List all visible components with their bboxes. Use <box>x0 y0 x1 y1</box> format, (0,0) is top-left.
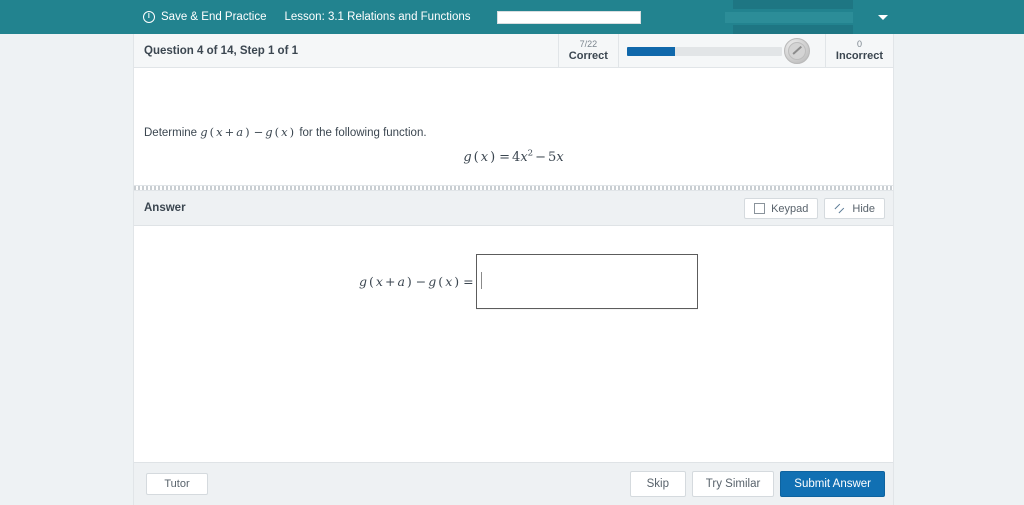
answer-input[interactable] <box>475 254 698 309</box>
score-summary: 7/22 Correct 0 Incorrect <box>557 34 893 68</box>
address-input[interactable] <box>496 10 641 24</box>
action-footer: Tutor Skip Try Similar Submit Answer <box>134 462 893 505</box>
redacted-bar-middle <box>725 12 853 23</box>
answer-section-label: Answer <box>144 202 186 214</box>
function-definition: g(x) = 4x2−5x <box>134 148 893 166</box>
redacted-bar-bottom <box>733 25 853 34</box>
progress-bar-cell <box>617 34 825 68</box>
prompt-minus: − <box>253 125 264 139</box>
formula-x1: x <box>480 150 489 165</box>
question-prompt: Determine g(x + a) − g(x) for the following … <box>144 125 427 139</box>
hide-button-label: Hide <box>852 202 875 215</box>
formula-minus: − <box>535 150 547 165</box>
incorrect-label: Incorrect <box>835 50 883 62</box>
power-icon <box>143 11 155 23</box>
answer-plus: + <box>384 274 396 289</box>
formula-equals: = <box>499 150 511 165</box>
lesson-title: Lesson: 3.1 Relations and Functions <box>284 11 471 23</box>
footer-action-group: Skip Try Similar Submit Answer <box>629 471 885 497</box>
correct-label: Correct <box>568 50 608 62</box>
prompt-g1: g <box>200 125 208 139</box>
answer-equals: = <box>463 274 474 289</box>
keypad-button[interactable]: Keypad <box>744 198 819 219</box>
prompt-x2: x <box>281 125 288 139</box>
practice-content-panel: Question 4 of 14, Step 1 of 1 7/22 Corre… <box>133 34 894 505</box>
answer-header-bar: Answer Keypad Hide <box>134 191 893 226</box>
skip-button[interactable]: Skip <box>629 471 686 497</box>
question-body: Determine g(x + a) − g(x) for the following … <box>134 68 893 185</box>
incorrect-score-cell: 0 Incorrect <box>824 34 893 68</box>
submit-answer-button[interactable]: Submit Answer <box>780 471 885 497</box>
redacted-account-region <box>725 0 888 34</box>
question-header-bar: Question 4 of 14, Step 1 of 1 7/22 Corre… <box>134 34 893 68</box>
formula-x2: x <box>520 150 528 165</box>
redacted-bar-top <box>733 0 853 9</box>
answer-g1: g <box>359 274 368 289</box>
save-and-end-practice-label: Save & End Practice <box>161 11 267 23</box>
answer-minus: − <box>415 274 427 289</box>
answer-entry-row: g(x + a) − g(x) = <box>359 254 698 309</box>
prompt-open-paren-1: ( <box>209 125 215 139</box>
collapse-arrows-icon <box>834 203 846 214</box>
prompt-open-paren-2: ( <box>274 125 280 139</box>
prompt-text-suffix: for the following function. <box>296 127 427 139</box>
prompt-plus: + <box>224 125 235 139</box>
page-title: Question 4 of 14, Step 1 of 1 <box>144 44 299 57</box>
keypad-icon <box>754 203 766 214</box>
answer-left-hand-side: g(x + a) − g(x) = <box>359 274 474 289</box>
answer-toolbar: Keypad Hide <box>744 198 885 219</box>
correct-count: 7/22 <box>579 39 598 49</box>
hide-button[interactable]: Hide <box>824 198 885 219</box>
incorrect-count: 0 <box>856 39 862 49</box>
progress-bar-fill <box>626 46 675 56</box>
answer-x1: x <box>375 274 383 289</box>
prompt-g2: g <box>265 125 273 139</box>
topbar-left-group: Save & End Practice Lesson: 3.1 Relation… <box>133 0 641 34</box>
function-definition-math: g(x) = 4x2−5x <box>463 148 564 165</box>
prompt-x1: x <box>216 125 223 139</box>
keypad-button-label: Keypad <box>771 202 809 215</box>
progress-bar <box>626 46 782 56</box>
answer-body: g(x + a) − g(x) = <box>134 226 893 463</box>
chevron-down-icon[interactable] <box>876 11 890 25</box>
top-navigation-bar: Save & End Practice Lesson: 3.1 Relation… <box>0 0 1024 34</box>
prompt-text-prefix: Determine <box>144 127 201 139</box>
save-and-end-practice-button[interactable]: Save & End Practice <box>133 0 280 34</box>
gauge-icon <box>783 38 810 64</box>
try-similar-button[interactable]: Try Similar <box>691 471 775 497</box>
correct-score-cell: 7/22 Correct <box>557 34 618 68</box>
prompt-close-paren-1: ) <box>245 125 250 139</box>
prompt-expression: g(x + a) − g(x) <box>200 125 296 139</box>
answer-a: a <box>397 274 405 289</box>
prompt-close-paren-2: ) <box>289 125 295 139</box>
tutor-button[interactable]: Tutor <box>146 473 208 495</box>
formula-x3: x <box>556 150 564 165</box>
formula-g: g <box>463 150 472 165</box>
